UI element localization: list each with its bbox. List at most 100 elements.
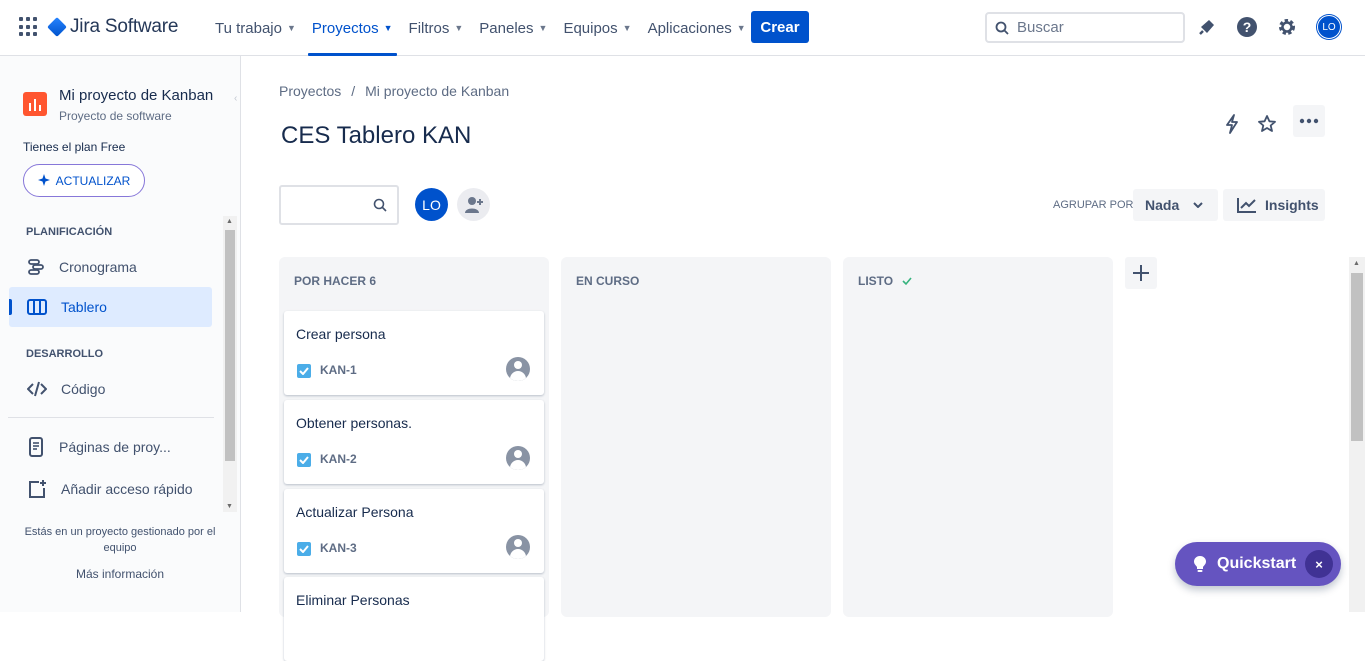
nav-label: Aplicaciones: [647, 19, 732, 37]
nav-teams[interactable]: Equipos ▼: [555, 0, 639, 56]
search-placeholder: Buscar: [1017, 19, 1064, 36]
sidebar-item-code[interactable]: Código: [9, 369, 212, 409]
jira-diamond-icon: [47, 17, 67, 37]
chevron-down-icon: ▼: [538, 23, 548, 33]
nav-filters[interactable]: Filtros ▼: [401, 0, 472, 56]
page-icon: [29, 437, 43, 457]
card-key[interactable]: KAN-1: [320, 363, 357, 377]
insights-label: Insights: [1265, 197, 1319, 213]
issue-card[interactable]: Eliminar Personas: [284, 577, 544, 661]
chevron-down-icon: ▼: [622, 23, 632, 33]
automation-bolt-icon[interactable]: [1216, 108, 1248, 140]
sidebar-item-label: Páginas de proy...: [59, 439, 171, 455]
add-people-icon[interactable]: [457, 188, 490, 221]
plan-text: Tienes el plan Free: [23, 140, 126, 154]
user-avatar[interactable]: LO: [1317, 15, 1341, 39]
nav-label: Tu trabajo: [215, 19, 282, 37]
unassigned-avatar-icon[interactable]: [506, 535, 530, 559]
board-column-in-progress: EN CURSO: [561, 257, 831, 617]
sidebar-item-add-shortcut[interactable]: Añadir acceso rápido: [9, 469, 212, 509]
upgrade-button[interactable]: ACTUALIZAR: [23, 164, 145, 197]
column-title-wrap: LISTO: [858, 274, 913, 288]
unassigned-avatar-icon[interactable]: [506, 446, 530, 470]
task-type-icon: [297, 542, 311, 556]
issue-card[interactable]: Actualizar Persona KAN-3: [284, 489, 544, 573]
card-key[interactable]: KAN-2: [320, 452, 357, 466]
issue-card[interactable]: Obtener personas. KAN-2: [284, 400, 544, 484]
lightbulb-icon: [1194, 556, 1206, 572]
issue-card[interactable]: Crear persona KAN-1: [284, 311, 544, 395]
insights-chart-icon: [1237, 198, 1256, 213]
sidebar-footer-text: Estás en un proyecto gestionado por el e…: [24, 526, 216, 554]
breadcrumb-separator: /: [351, 83, 356, 99]
project-sidebar: Mi proyecto de Kanban Proyecto de softwa…: [0, 56, 241, 612]
collapse-sidebar-icon[interactable]: ‹: [234, 93, 246, 105]
page-title: CES Tablero KAN: [281, 122, 472, 149]
card-title: Actualizar Persona: [296, 504, 414, 520]
unassigned-avatar-icon[interactable]: [506, 357, 530, 381]
card-key[interactable]: KAN-3: [320, 541, 357, 555]
nav-apps[interactable]: Aplicaciones ▼: [640, 0, 754, 56]
card-title: Crear persona: [296, 326, 386, 342]
more-info-link[interactable]: Más información: [0, 567, 240, 581]
help-icon[interactable]: ?: [1235, 15, 1259, 39]
sidebar-item-timeline[interactable]: Cronograma: [9, 247, 212, 287]
sidebar-item-label: Código: [61, 381, 106, 397]
column-title: EN CURSO: [576, 274, 640, 288]
breadcrumb: Proyectos / Mi proyecto de Kanban: [279, 83, 509, 99]
search-icon: [373, 198, 387, 212]
board-column-todo: POR HACER 6 Crear persona KAN-1 Obtener …: [279, 257, 549, 661]
quickstart-label: Quickstart: [1217, 555, 1297, 572]
app-name: Jira Software: [70, 16, 179, 37]
project-name[interactable]: Mi proyecto de Kanban: [59, 87, 213, 104]
nav-label: Proyectos: [311, 19, 379, 37]
search-icon: [995, 21, 1009, 35]
nav-your-work[interactable]: Tu trabajo ▼: [207, 0, 304, 56]
card-title: Obtener personas.: [296, 415, 412, 431]
column-title: POR HACER 6: [294, 274, 377, 288]
project-icon: [23, 92, 47, 116]
chevron-down-icon: ▼: [454, 23, 464, 33]
scroll-up-icon[interactable]: ▲: [226, 218, 233, 225]
sidebar-item-label: Cronograma: [59, 259, 137, 275]
board-icon: [27, 299, 47, 315]
add-shortcut-icon: [29, 480, 46, 498]
group-by-value: Nada: [1145, 197, 1180, 213]
nav-label: Paneles: [479, 19, 534, 37]
insights-button[interactable]: Insights: [1223, 189, 1325, 221]
jira-logo[interactable]: Jira Software: [47, 16, 179, 38]
sidebar-item-board[interactable]: Tablero: [9, 287, 212, 327]
column-title: LISTO: [858, 274, 894, 288]
close-icon[interactable]: ×: [1305, 550, 1333, 578]
group-by-select[interactable]: Nada: [1133, 189, 1218, 221]
sidebar-scroll-thumb[interactable]: [225, 230, 235, 461]
assignee-avatar-filter[interactable]: LO: [415, 188, 448, 221]
nav-projects[interactable]: Proyectos ▼: [304, 0, 401, 56]
scroll-up-icon[interactable]: ▲: [1353, 260, 1360, 267]
plus-icon: [1133, 265, 1149, 281]
add-column-button[interactable]: [1125, 257, 1157, 289]
breadcrumb-project[interactable]: Mi proyecto de Kanban: [365, 83, 509, 99]
done-check-icon: [902, 277, 912, 286]
board-search-input[interactable]: [279, 185, 399, 225]
board-scroll-thumb[interactable]: [1351, 273, 1363, 441]
nav-dashboards[interactable]: Paneles ▼: [471, 0, 555, 56]
top-navigation: Jira Software Tu trabajo ▼ Proyectos ▼ Fil…: [0, 0, 1365, 56]
create-button[interactable]: Crear: [751, 11, 809, 43]
sidebar-item-project-pages[interactable]: Páginas de proy...: [9, 427, 212, 467]
board-scrollbar[interactable]: ▲: [1349, 257, 1365, 612]
task-type-icon: [297, 364, 311, 378]
quickstart-button[interactable]: Quickstart ×: [1175, 542, 1341, 586]
notifications-icon[interactable]: [1195, 15, 1219, 39]
scroll-down-icon[interactable]: ▼: [226, 503, 233, 510]
more-actions-icon[interactable]: [1293, 105, 1325, 137]
chevron-down-icon: ▼: [736, 23, 746, 33]
app-switcher-icon[interactable]: [19, 17, 39, 37]
settings-gear-icon[interactable]: [1275, 15, 1299, 39]
breadcrumb-projects[interactable]: Proyectos: [279, 83, 341, 99]
sidebar-scrollbar[interactable]: ▲ ▼: [223, 216, 237, 512]
timeline-icon: [28, 259, 44, 275]
card-title: Eliminar Personas: [296, 592, 410, 608]
star-icon[interactable]: [1251, 108, 1283, 140]
search-input[interactable]: Buscar: [985, 12, 1185, 43]
